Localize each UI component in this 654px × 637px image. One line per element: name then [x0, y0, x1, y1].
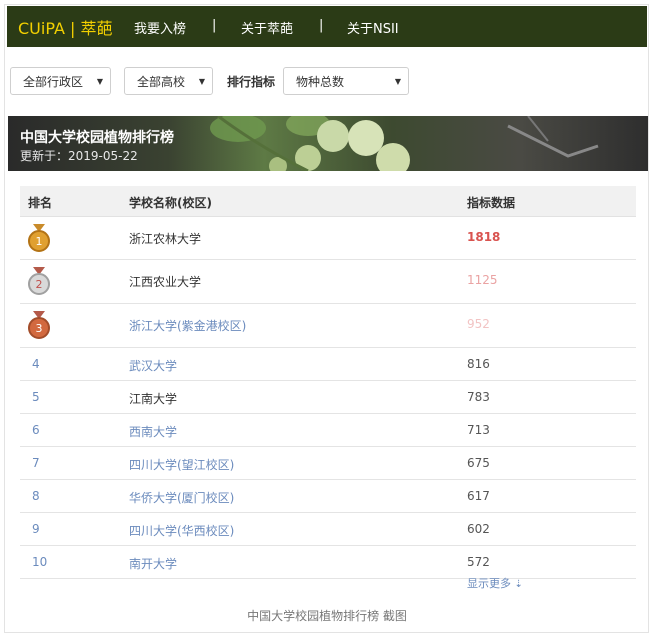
school-name[interactable]: 武汉大学 — [129, 357, 177, 374]
rank-number: 7 — [32, 456, 40, 470]
school-name[interactable]: 南开大学 — [129, 555, 177, 572]
metric-value: 713 — [467, 423, 490, 437]
school-name[interactable]: 浙江大学(紫金港校区) — [129, 317, 246, 334]
school-name[interactable]: 江南大学 — [129, 390, 177, 407]
chevron-down-icon: ▼ — [96, 77, 103, 86]
metric-label: 排行指标 — [227, 75, 276, 89]
metric-value: 602 — [467, 522, 490, 536]
metric-value: 783 — [467, 390, 490, 404]
table-row: 5 江南大学 783 — [20, 381, 636, 414]
chevron-down-icon: ▼ — [198, 77, 205, 86]
table-row: 6 西南大学 713 — [20, 414, 636, 447]
metric-value: 675 — [467, 456, 490, 470]
ranking-table: 排名 学校名称(校区) 指标数据 1 浙江农林大学 1818 2 江西农业大学 … — [20, 186, 636, 579]
nav-about-cuipa[interactable]: 关于萃葩 — [241, 18, 293, 37]
metric-value: 1818 — [467, 230, 501, 244]
rank-number: 8 — [32, 489, 40, 503]
table-row: 9 四川大学(华西校区) 602 — [20, 513, 636, 546]
nav-about-nsii[interactable]: 关于NSII — [347, 18, 399, 37]
school-name[interactable]: 四川大学(望江校区) — [129, 456, 234, 473]
table-row: 4 武汉大学 816 — [20, 348, 636, 381]
table-row: 10 南开大学 572 — [20, 546, 636, 579]
table-row: 7 四川大学(望江校区) 675 — [20, 447, 636, 480]
gold-medal-icon: 1 — [28, 224, 50, 252]
header-school[interactable]: 学校名称(校区) — [129, 194, 212, 211]
table-row: 2 江西农业大学 1125 — [20, 260, 636, 304]
metric-select[interactable]: 物种总数 ▼ — [283, 67, 409, 95]
school-name[interactable]: 华侨大学(厦门校区) — [129, 489, 234, 506]
table-header: 排名 学校名称(校区) 指标数据 — [20, 186, 636, 217]
svg-text:1: 1 — [36, 235, 43, 248]
chevron-down-icon: ⇣ — [514, 579, 523, 590]
metric-value: 952 — [467, 317, 490, 331]
ranking-banner: 中国大学校园植物排行榜 更新于：2019-05-22 — [8, 116, 648, 171]
school-name[interactable]: 西南大学 — [129, 423, 177, 440]
school-type-select-value: 全部高校 — [137, 74, 186, 89]
table-row: 3 浙江大学(紫金港校区) 952 — [20, 304, 636, 348]
table-row: 1 浙江农林大学 1818 — [20, 217, 636, 260]
nav-join-ranking[interactable]: 我要入榜 — [134, 18, 186, 37]
rank-number: 6 — [32, 423, 40, 437]
region-select-value: 全部行政区 — [23, 74, 84, 89]
table-row: 8 华侨大学(厦门校区) 617 — [20, 480, 636, 513]
banner-title: 中国大学校园植物排行榜 — [20, 130, 174, 146]
nav-separator: | — [319, 18, 324, 33]
header-rank: 排名 — [28, 196, 53, 210]
metric-value: 617 — [467, 489, 490, 503]
show-more-label: 显示更多 — [467, 577, 511, 590]
rank-number: 5 — [32, 390, 40, 404]
metric-select-value: 物种总数 — [296, 74, 345, 89]
metric-value: 1125 — [467, 273, 498, 287]
top-nav: CUiPA | 萃葩 我要入榜 | 关于萃葩 | 关于NSII — [7, 6, 647, 47]
svg-text:3: 3 — [36, 322, 43, 335]
header-metric[interactable]: 指标数据 — [467, 194, 515, 211]
bronze-medal-icon: 3 — [28, 311, 50, 339]
show-more-link[interactable]: 显示更多 ⇣ — [467, 575, 523, 591]
school-name[interactable]: 四川大学(华西校区) — [129, 522, 234, 539]
brand-logo[interactable]: CUiPA | 萃葩 — [18, 15, 112, 39]
school-name[interactable]: 江西农业大学 — [129, 273, 201, 290]
nav-separator: | — [212, 18, 217, 33]
screenshot-caption: 中国大学校园植物排行榜 截图 — [247, 609, 407, 623]
silver-medal-icon: 2 — [28, 267, 50, 295]
rank-number: 4 — [32, 357, 40, 371]
region-select[interactable]: 全部行政区 ▼ — [10, 67, 111, 95]
school-type-select[interactable]: 全部高校 ▼ — [124, 67, 213, 95]
metric-value: 816 — [467, 357, 490, 371]
rank-number: 10 — [32, 555, 48, 569]
rank-number: 9 — [32, 522, 40, 536]
metric-value: 572 — [467, 555, 490, 569]
school-name[interactable]: 浙江农林大学 — [129, 230, 201, 247]
chevron-down-icon: ▼ — [394, 77, 401, 86]
svg-text:2: 2 — [36, 278, 43, 291]
banner-update-date: 更新于：2019-05-22 — [20, 149, 138, 163]
